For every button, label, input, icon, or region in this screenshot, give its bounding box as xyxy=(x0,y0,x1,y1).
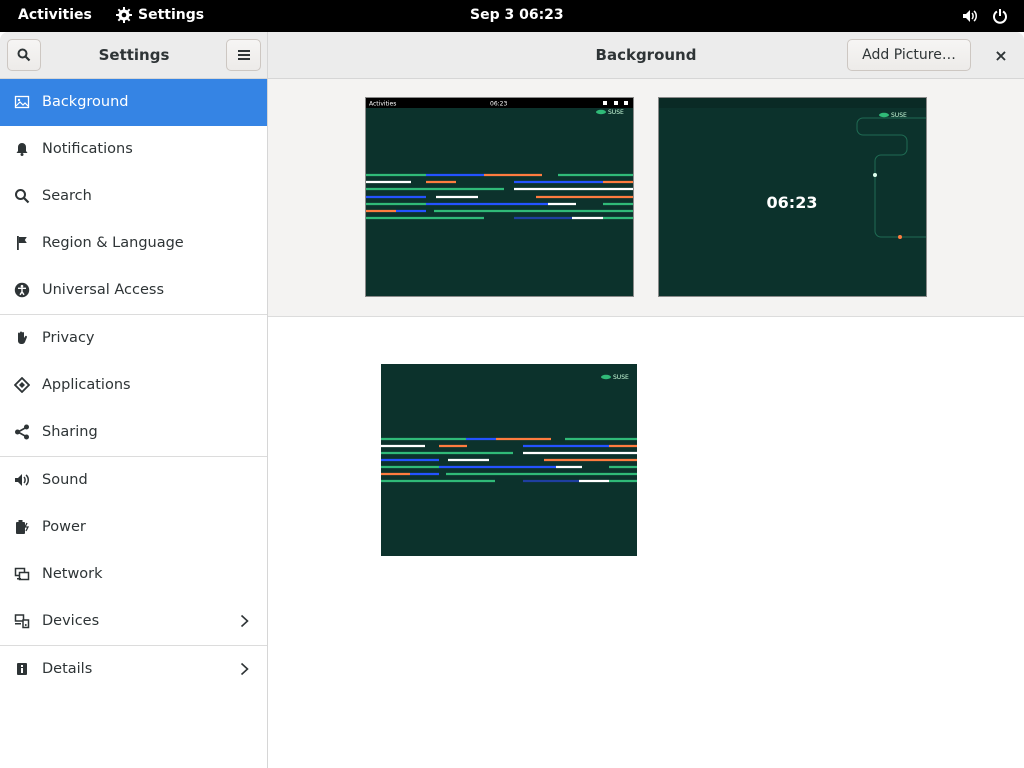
sidebar-header: Settings xyxy=(0,32,268,79)
sidebar-item-sharing[interactable]: Sharing xyxy=(0,409,267,456)
wallpaper-thumbnail[interactable]: SUSE xyxy=(381,364,637,556)
system-tray[interactable] xyxy=(962,8,1008,24)
chevron-right-icon xyxy=(240,662,249,676)
main-header: Background Add Picture… × xyxy=(268,32,1024,79)
sidebar-item-label: Network xyxy=(42,566,103,582)
sidebar-item-label: Search xyxy=(42,188,92,204)
sidebar-item-details[interactable]: Details xyxy=(0,646,267,693)
search-icon xyxy=(15,189,30,204)
wallpaper-thumbnail-art: SUSE xyxy=(381,374,637,483)
preview-clock: 06:23 xyxy=(490,101,507,108)
bell-icon xyxy=(16,143,28,156)
hamburger-icon xyxy=(237,50,250,60)
sidebar-item-applications[interactable]: Applications xyxy=(0,362,267,409)
sidebar-item-label: Details xyxy=(42,661,93,677)
sidebar-item-region-language[interactable]: Region & Language xyxy=(0,220,267,267)
sidebar-item-label: Background xyxy=(42,94,129,110)
sidebar-item-label: Sharing xyxy=(42,424,98,440)
sidebar-item-label: Devices xyxy=(42,613,100,629)
app-name: Settings xyxy=(138,7,205,23)
lock-preview-clock: 06:23 xyxy=(767,193,818,212)
sidebar-item-notifications[interactable]: Notifications xyxy=(0,126,267,173)
volume-icon xyxy=(963,10,977,22)
background-panel: Activities 06:23 SUSE SUSE 06:23 SUSE xyxy=(268,79,1024,768)
sidebar-item-power[interactable]: Power xyxy=(0,504,267,551)
close-icon: × xyxy=(994,45,1008,65)
background-icon xyxy=(14,95,30,109)
gear-icon xyxy=(116,7,132,23)
devices-icon xyxy=(14,614,30,629)
sidebar-item-label: Notifications xyxy=(42,141,133,157)
clock[interactable]: Sep 3 06:23 xyxy=(470,7,564,23)
sidebar-item-sound[interactable]: Sound xyxy=(0,457,267,504)
app-menu[interactable]: Settings xyxy=(116,7,204,23)
sidebar-item-label: Sound xyxy=(42,472,88,488)
lock-screen-preview: SUSE 06:23 xyxy=(658,97,927,297)
power-icon xyxy=(993,9,1007,24)
sidebar-item-privacy[interactable]: Privacy xyxy=(0,315,267,362)
sidebar: Background Notifications Search Region &… xyxy=(0,79,268,768)
top-bar: Activities Settings Sep 3 06:23 xyxy=(0,0,1024,32)
sidebar-item-label: Region & Language xyxy=(42,235,184,251)
applications-icon xyxy=(14,377,30,393)
sidebar-item-background[interactable]: Background xyxy=(0,79,267,126)
sidebar-item-label: Privacy xyxy=(42,330,95,346)
accessibility-icon xyxy=(14,282,30,298)
speaker-icon xyxy=(15,474,29,486)
desktop-preview-art: Activities 06:23 SUSE xyxy=(366,98,633,220)
add-picture-button[interactable]: Add Picture… xyxy=(847,39,971,71)
preview-area: Activities 06:23 SUSE SUSE 06:23 xyxy=(268,79,1024,317)
sidebar-item-label: Power xyxy=(42,519,86,535)
share-icon xyxy=(15,424,29,440)
sidebar-item-label: Universal Access xyxy=(42,282,165,298)
menu-button[interactable] xyxy=(226,39,261,71)
sidebar-item-search[interactable]: Search xyxy=(0,173,267,220)
preview-brand: SUSE xyxy=(608,109,624,116)
hand-icon xyxy=(18,331,27,344)
desktop-preview: Activities 06:23 SUSE xyxy=(365,97,634,297)
info-icon xyxy=(17,663,27,675)
network-icon xyxy=(14,567,30,581)
preview-activities: Activities xyxy=(369,101,396,108)
chevron-right-icon xyxy=(240,614,249,628)
sidebar-item-network[interactable]: Network xyxy=(0,551,267,598)
header-bar: Settings Background Add Picture… × xyxy=(0,32,1024,79)
lock-preview-art: SUSE 06:23 xyxy=(659,98,926,239)
power-icon xyxy=(16,520,30,534)
thumbnail-brand: SUSE xyxy=(613,374,629,381)
sidebar-item-devices[interactable]: Devices xyxy=(0,598,267,645)
settings-window: Settings Background Add Picture… × Backg… xyxy=(0,32,1024,768)
sidebar-item-universal-access[interactable]: Universal Access xyxy=(0,267,267,314)
flag-icon xyxy=(17,236,27,250)
sidebar-item-label: Applications xyxy=(42,377,131,393)
activities-button[interactable]: Activities xyxy=(18,7,92,23)
close-button[interactable]: × xyxy=(988,42,1014,68)
